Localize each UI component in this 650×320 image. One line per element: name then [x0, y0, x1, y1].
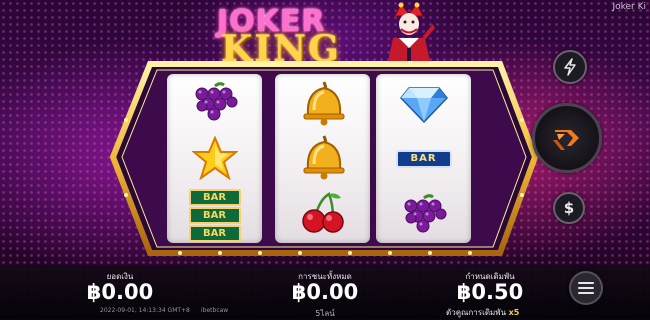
paylines-text: 5ไลน์	[315, 309, 335, 318]
menu-button[interactable]	[569, 271, 603, 305]
bar-plate: BAR	[188, 207, 241, 224]
svg-text:$: $	[564, 199, 574, 217]
spin-button[interactable]	[532, 103, 602, 173]
user-id-text: ibetbcaw	[201, 307, 229, 314]
grapes-icon	[195, 82, 237, 121]
bet-multiplier: ตัวคูณการเดิมพัน x5	[446, 306, 519, 319]
bet-multiplier-label: ตัวคูณการเดิมพัน	[446, 308, 507, 317]
diamond-icon	[399, 87, 448, 124]
balance-value: ฿0.00	[86, 280, 154, 304]
bell-icon	[303, 135, 344, 180]
reel-2	[275, 74, 370, 243]
bar-plate: BAR	[395, 150, 452, 168]
grapes-icon	[404, 194, 446, 233]
reel-3: BAR	[376, 74, 471, 243]
bet-multiplier-value: x5	[508, 308, 520, 317]
bet-value[interactable]: ฿0.50	[440, 280, 540, 304]
triple-bar-icon: BAR BAR BAR	[188, 188, 241, 243]
reel-1: BAR BAR BAR	[167, 74, 262, 243]
bet-dollar-button[interactable]: $	[553, 192, 585, 224]
lightning-icon	[564, 58, 576, 76]
bar-plate: BAR	[188, 225, 241, 242]
hamburger-menu-icon	[578, 282, 594, 294]
bar-plate: BAR	[188, 189, 241, 206]
datetime-text: 2022-09-01, 14:13:34 GMT+8	[100, 307, 190, 314]
bar-icon: BAR	[395, 150, 452, 168]
spin-arrows-icon	[553, 130, 579, 150]
total-win-value: ฿0.00	[291, 280, 359, 304]
turbo-lightning-button[interactable]	[553, 50, 587, 84]
star-icon	[191, 136, 238, 180]
cherries-icon	[301, 192, 344, 233]
dollar-icon: $	[564, 199, 574, 217]
bell-icon	[303, 81, 344, 126]
